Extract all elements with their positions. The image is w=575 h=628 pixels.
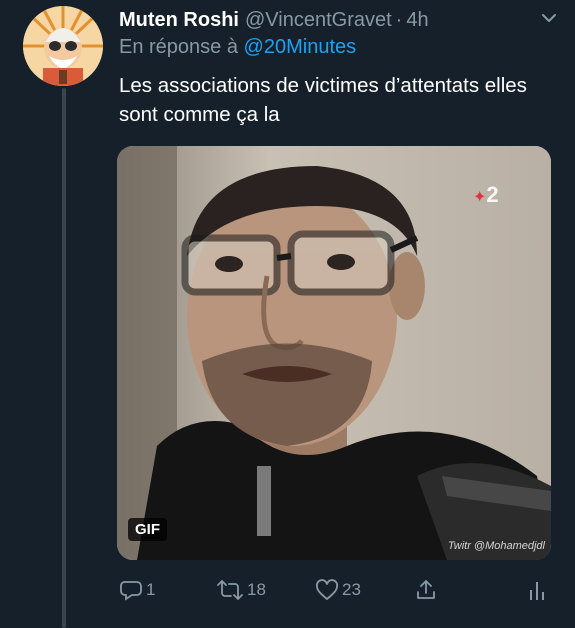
share-icon — [417, 580, 435, 599]
tweet-actions: 1 18 23 — [117, 578, 551, 608]
gif-badge: GIF — [128, 518, 167, 541]
display-name[interactable]: Muten Roshi — [119, 9, 239, 32]
reply-context: En réponse à @20Minutes — [119, 36, 356, 59]
avatar[interactable] — [23, 6, 103, 86]
gif-watermark: Twitr @Mohamedjdl — [447, 540, 545, 552]
chevron-down-icon[interactable] — [539, 8, 559, 28]
user-handle[interactable]: @VincentGravet — [245, 9, 392, 32]
tweet-text: Les associations de victimes d’attentats… — [119, 74, 527, 126]
reply-prefix: En réponse à — [119, 36, 238, 58]
channel-logo: ✦2 — [473, 182, 499, 207]
tweet[interactable]: Muten Roshi @VincentGravet · 4h En répon… — [0, 0, 575, 628]
like-count: 23 — [342, 580, 361, 599]
thread-line — [62, 88, 66, 628]
analytics-button[interactable] — [527, 578, 547, 602]
reply-to-link[interactable]: @20Minutes — [244, 36, 357, 58]
timestamp[interactable]: 4h — [406, 9, 428, 32]
reply-icon — [120, 581, 142, 601]
heart-icon — [315, 579, 339, 600]
retweet-count: 18 — [247, 580, 266, 599]
retweet-button[interactable]: 18 — [216, 578, 266, 602]
reply-count: 1 — [146, 580, 156, 599]
separator-dot: · — [395, 8, 403, 31]
analytics-icon — [530, 582, 544, 600]
tweet-header: Muten Roshi @VincentGravet · 4h — [119, 6, 559, 34]
like-button[interactable]: 23 — [315, 578, 361, 602]
share-button[interactable] — [414, 578, 438, 602]
avatar-image — [23, 6, 103, 86]
gif-frame — [117, 146, 551, 560]
reply-button[interactable]: 1 — [119, 578, 155, 602]
gif-media[interactable]: ✦2 GIF Twitr @Mohamedjdl — [117, 146, 551, 560]
retweet-icon — [217, 580, 243, 600]
